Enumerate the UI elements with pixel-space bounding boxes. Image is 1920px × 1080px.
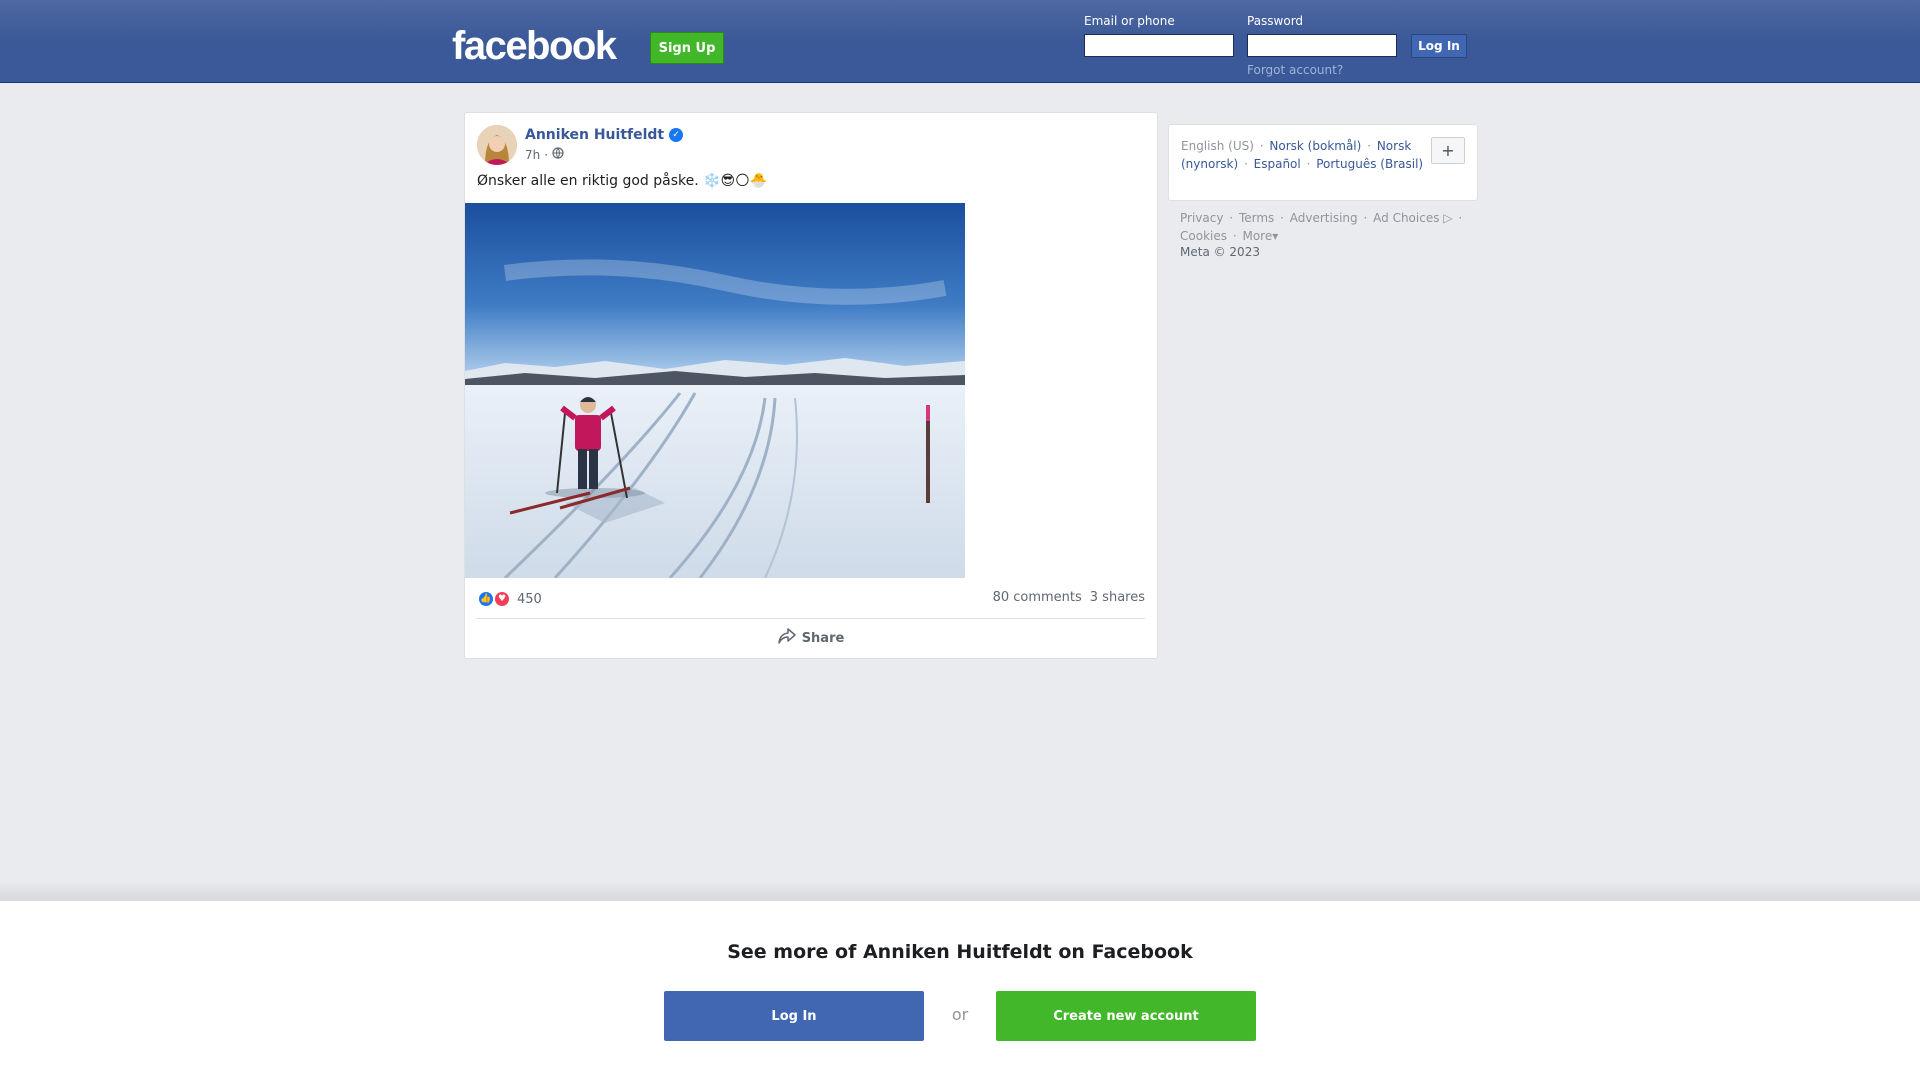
caret-down-icon: ▾ [1272, 229, 1279, 243]
share-button[interactable]: Share [477, 623, 1145, 653]
post-meta: 7h · [525, 147, 564, 162]
login-prompt-panel: See more of Anniken Huitfeldt on Faceboo… [0, 900, 1920, 1080]
log-in-button[interactable]: Log In [1411, 34, 1467, 58]
plus-icon: + [1441, 140, 1455, 160]
shares-count[interactable]: 3 shares [1090, 590, 1145, 605]
share-label: Share [801, 630, 845, 646]
sign-up-button[interactable]: Sign Up [650, 32, 724, 64]
reaction-summary[interactable]: 👍 ♥ 450 [477, 590, 542, 608]
action-divider [477, 618, 1145, 619]
footer-link-privacy[interactable]: Privacy [1180, 211, 1223, 225]
footer-link-cookies[interactable]: Cookies [1180, 229, 1227, 243]
top-bar: facebook Sign Up Email or phone Password… [0, 0, 1920, 83]
post-card: Anniken Huitfeldt ✓ 7h · Ønsker alle en … [464, 112, 1158, 659]
copyright: Meta © 2023 [1180, 245, 1260, 259]
verified-badge-icon: ✓ [669, 128, 684, 142]
globe-icon [552, 147, 564, 162]
facebook-logo[interactable]: facebook [452, 24, 617, 69]
post-photo[interactable] [465, 203, 965, 578]
comments-count[interactable]: 80 comments [993, 590, 1082, 605]
footer-link-ad-choices[interactable]: Ad Choices ▷ [1373, 211, 1452, 225]
footer-link-more[interactable]: More▾ [1242, 229, 1278, 243]
email-field[interactable] [1084, 34, 1234, 57]
overlay-shadow [0, 880, 1920, 900]
post-author[interactable]: Anniken Huitfeldt ✓ [525, 127, 684, 143]
language-selector: English (US) · Norsk (bokmål) · Norsk (n… [1168, 124, 1478, 201]
bottom-log-in-button[interactable]: Log In [664, 991, 924, 1041]
meta-separator: · [544, 147, 549, 162]
more-languages-button[interactable]: + [1431, 137, 1465, 164]
post-time[interactable]: 7h [525, 148, 540, 162]
footer-link-terms[interactable]: Terms [1239, 211, 1274, 225]
language-link-portugues[interactable]: Português (Brasil) [1316, 157, 1423, 171]
footer-link-advertising[interactable]: Advertising [1290, 211, 1358, 225]
author-name[interactable]: Anniken Huitfeldt [525, 127, 664, 143]
ad-choices-icon: ▷ [1439, 211, 1453, 225]
love-icon: ♥ [493, 590, 511, 608]
reaction-count: 450 [517, 591, 542, 607]
current-language: English (US) [1181, 139, 1254, 153]
language-link-norsk-bokmal[interactable]: Norsk (bokmål) [1269, 139, 1361, 153]
create-account-button[interactable]: Create new account [996, 991, 1256, 1041]
forgot-account-link[interactable]: Forgot account? [1247, 63, 1343, 77]
login-prompt-title: See more of Anniken Huitfeldt on Faceboo… [727, 941, 1193, 963]
post-text: Ønsker alle en riktig god påske. ❄️😎🌕🐣 [477, 173, 768, 189]
email-label: Email or phone [1084, 14, 1175, 28]
share-icon [777, 628, 796, 648]
password-field[interactable] [1247, 34, 1397, 57]
footer-links: Privacy · Terms · Advertising · Ad Choic… [1180, 211, 1463, 243]
author-avatar[interactable] [477, 125, 517, 165]
password-label: Password [1247, 14, 1304, 28]
language-link-espanol[interactable]: Español [1254, 157, 1301, 171]
engagement-counts: 80 comments 3 shares [993, 590, 1145, 605]
language-list: English (US) · Norsk (bokmål) · Norsk (n… [1181, 139, 1424, 171]
or-separator: or [951, 1005, 969, 1024]
